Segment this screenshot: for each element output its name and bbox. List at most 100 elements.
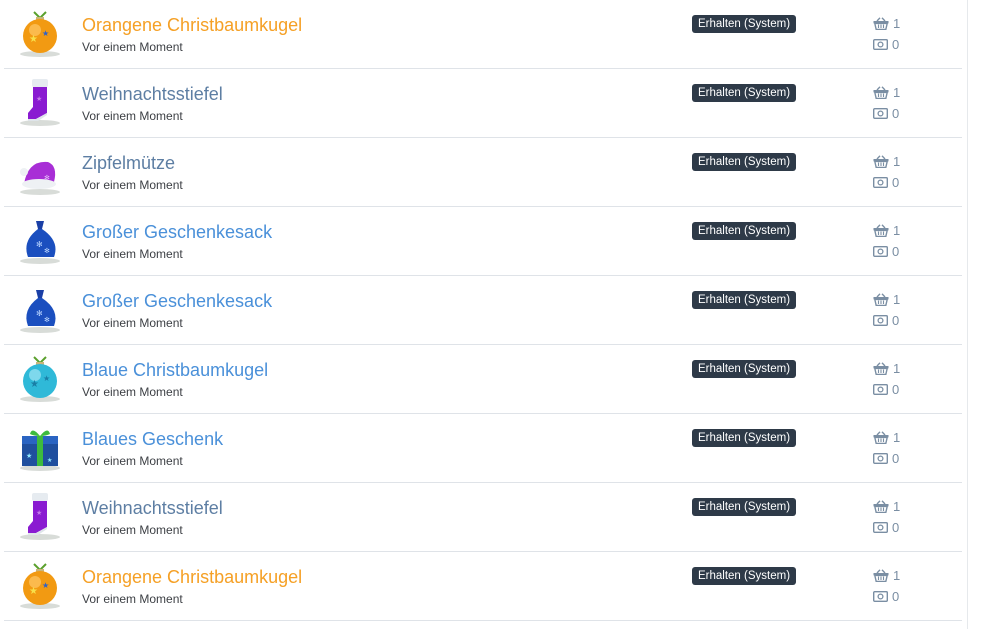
price-value: 0 [892, 175, 900, 190]
status-badge: Erhalten (System) [692, 84, 797, 102]
status-badge: Erhalten (System) [692, 429, 797, 447]
svg-text:✻: ✻ [44, 316, 50, 324]
money-icon [873, 384, 888, 395]
price-value: 0 [892, 37, 900, 52]
count-stat: 1 [873, 85, 900, 100]
santa-hat-icon: ✻ [14, 146, 66, 198]
money-icon [873, 591, 888, 602]
price-value: 0 [892, 520, 900, 535]
basket-icon [873, 431, 889, 444]
item-name-link[interactable]: Weihnachtsstiefel [82, 498, 223, 519]
item-name-link[interactable]: Zipfelmütze [82, 153, 175, 174]
gift-sack-icon: ✻ ✻ [14, 284, 66, 336]
basket-icon [873, 293, 889, 306]
list-item: ★ ★ Orangene Christbaumkugel Vor einem Mo… [4, 0, 962, 69]
count-stat: 1 [873, 154, 900, 169]
item-name-link[interactable]: Großer Geschenkesack [82, 291, 272, 312]
status-badge: Erhalten (System) [692, 567, 797, 585]
scrollbar[interactable] [967, 0, 990, 629]
price-stat: 0 [873, 175, 899, 190]
item-name-link[interactable]: Weihnachtsstiefel [82, 84, 223, 105]
money-icon [873, 453, 888, 464]
item-name-link[interactable]: Blaues Geschenk [82, 429, 223, 450]
basket-icon [873, 155, 889, 168]
status-badge: Erhalten (System) [692, 360, 797, 378]
status-badge: Erhalten (System) [692, 222, 797, 240]
money-icon [873, 246, 888, 257]
svg-text:✻: ✻ [36, 309, 43, 318]
list-item: ✻ ✻ Großer Geschenkesack Vor einem Moment… [4, 207, 962, 276]
count-stat: 1 [873, 430, 900, 445]
basket-icon [873, 362, 889, 375]
count-stat: 1 [873, 568, 900, 583]
svg-text:★: ★ [42, 29, 49, 38]
price-stat: 0 [873, 313, 899, 328]
svg-text:★: ★ [43, 374, 50, 383]
item-name-link[interactable]: Orangene Christbaumkugel [82, 567, 302, 588]
price-stat: 0 [873, 37, 899, 52]
price-value: 0 [892, 382, 900, 397]
list-item: ★ ★ Blaues Geschenk Vor einem Moment Erha… [4, 414, 962, 483]
svg-text:★: ★ [30, 379, 39, 390]
svg-text:★: ★ [36, 95, 42, 103]
basket-icon [873, 569, 889, 582]
status-badge: Erhalten (System) [692, 498, 797, 516]
price-value: 0 [892, 451, 900, 466]
item-list: ★ ★ Orangene Christbaumkugel Vor einem Mo… [4, 0, 962, 621]
count-value: 1 [893, 85, 901, 100]
item-name-link[interactable]: Großer Geschenkesack [82, 222, 272, 243]
item-time: Vor einem Moment [82, 454, 183, 468]
status-badge: Erhalten (System) [692, 15, 797, 33]
money-icon [873, 315, 888, 326]
money-icon [873, 39, 888, 50]
svg-text:★: ★ [42, 581, 49, 590]
item-name-link[interactable]: Blaue Christbaumkugel [82, 360, 268, 381]
item-time: Vor einem Moment [82, 247, 183, 261]
christmas-stocking-icon: ★ [14, 491, 66, 543]
orange-ornament-icon: ★ ★ [14, 560, 66, 612]
money-icon [873, 177, 888, 188]
count-stat: 1 [873, 292, 900, 307]
price-value: 0 [892, 589, 900, 604]
price-stat: 0 [873, 244, 899, 259]
blue-ornament-icon: ★ ★ [14, 353, 66, 405]
status-badge: Erhalten (System) [692, 153, 797, 171]
count-value: 1 [893, 292, 901, 307]
item-time: Vor einem Moment [82, 592, 183, 606]
item-time: Vor einem Moment [82, 316, 183, 330]
count-stat: 1 [873, 16, 900, 31]
list-item: ★ ★ Orangene Christbaumkugel Vor einem Mo… [4, 552, 962, 621]
money-icon [873, 522, 888, 533]
svg-text:✻: ✻ [44, 247, 50, 255]
count-value: 1 [893, 568, 901, 583]
basket-icon [873, 86, 889, 99]
count-value: 1 [893, 361, 901, 376]
status-badge: Erhalten (System) [692, 291, 797, 309]
count-value: 1 [893, 16, 901, 31]
count-value: 1 [893, 223, 901, 238]
basket-icon [873, 500, 889, 513]
svg-text:✻: ✻ [36, 240, 43, 249]
list-item: ★ Weihnachtsstiefel Vor einem Moment Erh… [4, 483, 962, 552]
svg-text:★: ★ [36, 509, 42, 517]
price-stat: 0 [873, 520, 899, 535]
price-stat: 0 [873, 451, 899, 466]
basket-icon [873, 224, 889, 237]
count-value: 1 [893, 499, 901, 514]
gift-sack-icon: ✻ ✻ [14, 215, 66, 267]
count-value: 1 [893, 154, 901, 169]
price-value: 0 [892, 313, 900, 328]
item-time: Vor einem Moment [82, 40, 183, 54]
price-stat: 0 [873, 106, 899, 121]
count-stat: 1 [873, 361, 900, 376]
item-time: Vor einem Moment [82, 109, 183, 123]
item-name-link[interactable]: Orangene Christbaumkugel [82, 15, 302, 36]
count-stat: 1 [873, 223, 900, 238]
svg-text:★: ★ [29, 34, 38, 45]
svg-text:★: ★ [26, 452, 32, 460]
christmas-stocking-icon: ★ [14, 77, 66, 129]
price-value: 0 [892, 244, 900, 259]
count-stat: 1 [873, 499, 900, 514]
money-icon [873, 108, 888, 119]
item-time: Vor einem Moment [82, 523, 183, 537]
